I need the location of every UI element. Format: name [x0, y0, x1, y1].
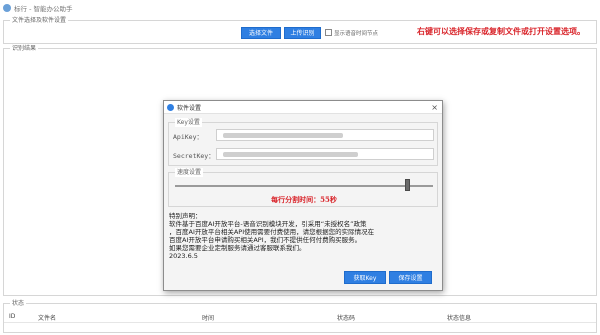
key-settings-legend: Key设置: [175, 118, 202, 127]
secret-key-label: SecretKey：: [173, 152, 215, 160]
redacted-value: [223, 152, 358, 157]
speed-settings-group: 速度设置 每行分割时间：55秒: [168, 168, 438, 207]
disclaimer-line: 特别声明：: [169, 212, 202, 220]
disclaimer-line: 2023.6.5: [169, 252, 198, 260]
key-settings-group: Key设置 ApiKey： SecretKey：: [168, 118, 438, 166]
disclaimer-line: 软件基于百度AI开放平台-语音识别模块开发，引采用“未授权名”政策: [169, 220, 367, 228]
disclaimer-line: ，百度AI开放平台相关API使用需要付费使用，请您根据您的实际情况在: [169, 228, 375, 236]
dialog-icon: [167, 103, 174, 111]
disclaimer-line: 如果您需要企业定制服务请通过客服联系我们。: [169, 244, 306, 252]
upload-button[interactable]: 上传识别: [284, 27, 321, 39]
status-group: 状态 ID 文件名 时间 状态码 状态信息: [3, 299, 597, 333]
column-time[interactable]: 时间: [202, 313, 214, 322]
result-legend: 识别结果: [10, 44, 39, 53]
split-time-text: 每行分割时间：55秒: [271, 195, 337, 204]
save-settings-button[interactable]: 保存设置: [389, 271, 432, 284]
speed-slider-track[interactable]: [175, 185, 433, 187]
select-file-button[interactable]: 选择文件: [241, 27, 281, 39]
get-key-button[interactable]: 获取Key: [344, 271, 386, 284]
close-icon[interactable]: ×: [431, 102, 438, 113]
right-click-hint: 右键可以选择保存或复制文件或打开设置选项。: [417, 26, 585, 36]
speed-slider-thumb[interactable]: [404, 179, 410, 191]
disclaimer-line: 百度AI开放平台申请购买相关API，我们不提供任何付费购买服务。: [169, 236, 362, 244]
status-legend: 状态: [10, 299, 27, 308]
column-filename[interactable]: 文件名: [38, 313, 56, 322]
speed-settings-legend: 速度设置: [175, 168, 204, 177]
time-node-checkbox-label: 显示语音时间节点: [334, 31, 379, 37]
status-table-header: ID 文件名 时间 状态码 状态信息: [4, 311, 596, 323]
app-title: 标行 - 智能办公助手: [14, 5, 73, 13]
file-settings-legend: 文件选择及软件设置: [10, 16, 69, 25]
secret-key-input[interactable]: [216, 148, 434, 160]
disclaimer-text: 特别声明： 软件基于百度AI开放平台-语音识别模块开发，引采用“未授权名”政策 ，百…: [169, 212, 437, 260]
app-icon: [3, 4, 11, 12]
redacted-value: [223, 133, 343, 138]
api-key-label: ApiKey：: [173, 133, 203, 141]
dialog-title-bar[interactable]: 软件设置 ×: [164, 101, 442, 114]
api-key-input[interactable]: [216, 129, 434, 141]
dialog-title: 软件设置: [177, 104, 202, 112]
column-id[interactable]: ID: [9, 313, 15, 320]
title-bar: 标行 - 智能办公助手: [0, 0, 600, 16]
file-settings-group: 文件选择及软件设置 选择文件 上传识别 显示语音时间节点 右键可以选择保存或复制…: [3, 16, 597, 44]
column-status-info[interactable]: 状态信息: [447, 313, 471, 322]
settings-dialog: 软件设置 × Key设置 ApiKey： SecretKey： 速度设置 每行分…: [163, 100, 443, 291]
column-status-code[interactable]: 状态码: [337, 313, 355, 322]
time-node-checkbox[interactable]: [325, 29, 332, 36]
